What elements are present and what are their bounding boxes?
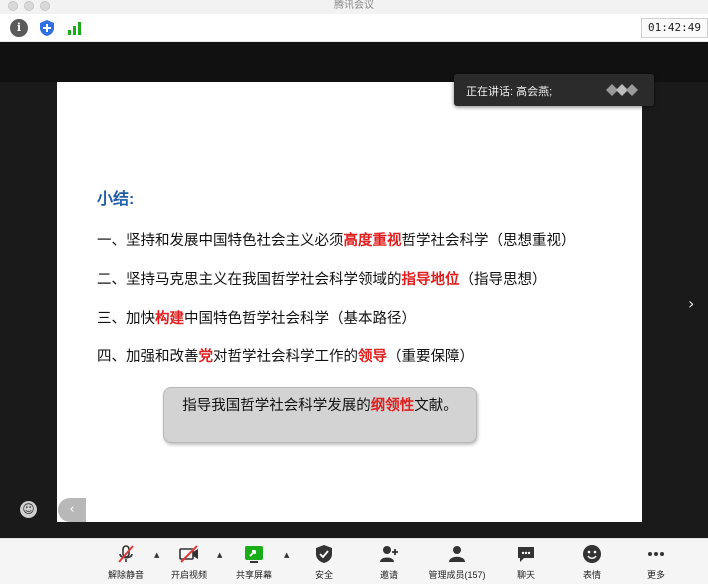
signal-icon[interactable] xyxy=(66,19,84,37)
point-emphasis: 构建 xyxy=(155,311,184,327)
next-page-arrow-icon[interactable]: › xyxy=(688,294,694,313)
manage-members-label: 管理成员(157) xyxy=(428,570,486,580)
window-title: 腾讯会议 xyxy=(334,0,374,11)
manage-members-button[interactable]: 管理成员(157) xyxy=(427,543,487,583)
chat-button[interactable]: 聊天 xyxy=(496,543,556,583)
point-text: 对哲学社会科学工作的 xyxy=(213,349,358,365)
point-emphasis: 领导 xyxy=(358,349,387,365)
reaction-icon[interactable]: ☺ xyxy=(20,501,37,518)
more-label: 更多 xyxy=(646,570,665,580)
add-user-icon xyxy=(380,546,398,562)
unmute-button[interactable]: 解除静音 xyxy=(96,543,156,583)
emoji-icon xyxy=(583,545,601,563)
callout-text: 文献。 xyxy=(414,398,458,414)
security-shield-icon xyxy=(316,545,332,563)
reactions-button[interactable]: 表情 xyxy=(562,543,622,583)
chat-label: 聊天 xyxy=(516,570,535,580)
invite-label: 邀请 xyxy=(379,570,398,580)
meeting-window: 腾讯会议 i 01:42:49 小结: 一、坚持和发展中国特色社会主义必须高度重… xyxy=(0,0,708,584)
security-button[interactable]: 安全 xyxy=(294,543,354,583)
share-screen-icon xyxy=(245,546,263,563)
slide-title: 小结: xyxy=(97,191,135,208)
mic-muted-icon xyxy=(118,545,134,563)
point-text: （重要保障） xyxy=(387,349,474,365)
meeting-timer: 01:42:49 xyxy=(641,18,708,38)
start-video-button[interactable]: 开启视频 xyxy=(159,543,219,583)
presentation-slide: 小结: 一、坚持和发展中国特色社会主义必须高度重视哲学社会科学（思想重视） 二、… xyxy=(57,82,642,522)
start-video-label: 开启视频 xyxy=(170,570,207,580)
share-screen-button[interactable]: 共享屏幕 xyxy=(224,543,284,583)
members-icon xyxy=(449,546,465,562)
point-text: 四、加强和改善 xyxy=(97,349,199,365)
point-text: （指导思想） xyxy=(459,272,547,288)
video-options-caret-icon[interactable]: ▲ xyxy=(217,551,222,559)
unmute-label: 解除静音 xyxy=(107,570,144,580)
reactions-label: 表情 xyxy=(582,570,601,580)
point-text: 哲学社会科学（思想重视） xyxy=(401,233,576,249)
info-icon[interactable]: i xyxy=(10,19,28,37)
speaking-indicator: 正在讲话: 高会燕; xyxy=(454,74,654,106)
slide-point-4: 四、加强和改善党对哲学社会科学工作的领导（重要保障） xyxy=(97,345,474,366)
callout-text: 指导我国哲学社会科学发展的 xyxy=(182,398,371,414)
top-toolbar: i 01:42:49 xyxy=(0,14,708,42)
point-emphasis: 党 xyxy=(198,349,214,365)
title-bar: 腾讯会议 xyxy=(0,0,708,14)
point-text: 中国特色哲学社会科学（基本路径） xyxy=(184,311,416,327)
slide-callout-box: 指导我国哲学社会科学发展的纲领性文献。 xyxy=(163,387,477,443)
share-options-caret-icon[interactable]: ▲ xyxy=(284,551,289,559)
invite-button[interactable]: 邀请 xyxy=(359,543,419,583)
bottom-toolbar: 解除静音 ▲ 开启视频 ▲ 共享屏幕 ▲ 安全 邀请 管理成员(157) 聊天 … xyxy=(0,538,708,584)
chat-icon xyxy=(518,547,534,562)
slide-point-3: 三、加快构建中国特色哲学社会科学（基本路径） xyxy=(97,307,416,328)
point-emphasis: 指导地位 xyxy=(401,272,460,288)
callout-emphasis: 纲领性 xyxy=(370,398,415,414)
shield-icon[interactable] xyxy=(38,19,56,37)
point-text: 一、坚持和发展中国特色社会主义必须 xyxy=(97,233,344,249)
more-dots-icon xyxy=(648,552,664,556)
more-button[interactable]: 更多 xyxy=(626,543,686,583)
speaker-avatar-icon xyxy=(606,84,638,96)
share-screen-label: 共享屏幕 xyxy=(235,570,272,580)
point-text: 三、加快 xyxy=(97,311,155,327)
point-text: 二、坚持马克思主义在我国哲学社会科学领域的 xyxy=(97,272,402,288)
speaking-label: 正在讲话: 高会燕; xyxy=(466,86,553,98)
point-emphasis: 高度重视 xyxy=(343,233,402,249)
video-off-icon xyxy=(179,545,198,563)
slide-point-2: 二、坚持马克思主义在我国哲学社会科学领域的指导地位（指导思想） xyxy=(97,268,547,289)
collapse-panel-button[interactable]: ‹ xyxy=(58,498,86,522)
security-label: 安全 xyxy=(314,570,333,580)
shared-screen-stage: 小结: 一、坚持和发展中国特色社会主义必须高度重视哲学社会科学（思想重视） 二、… xyxy=(0,42,708,538)
slide-point-1: 一、坚持和发展中国特色社会主义必须高度重视哲学社会科学（思想重视） xyxy=(97,229,576,250)
